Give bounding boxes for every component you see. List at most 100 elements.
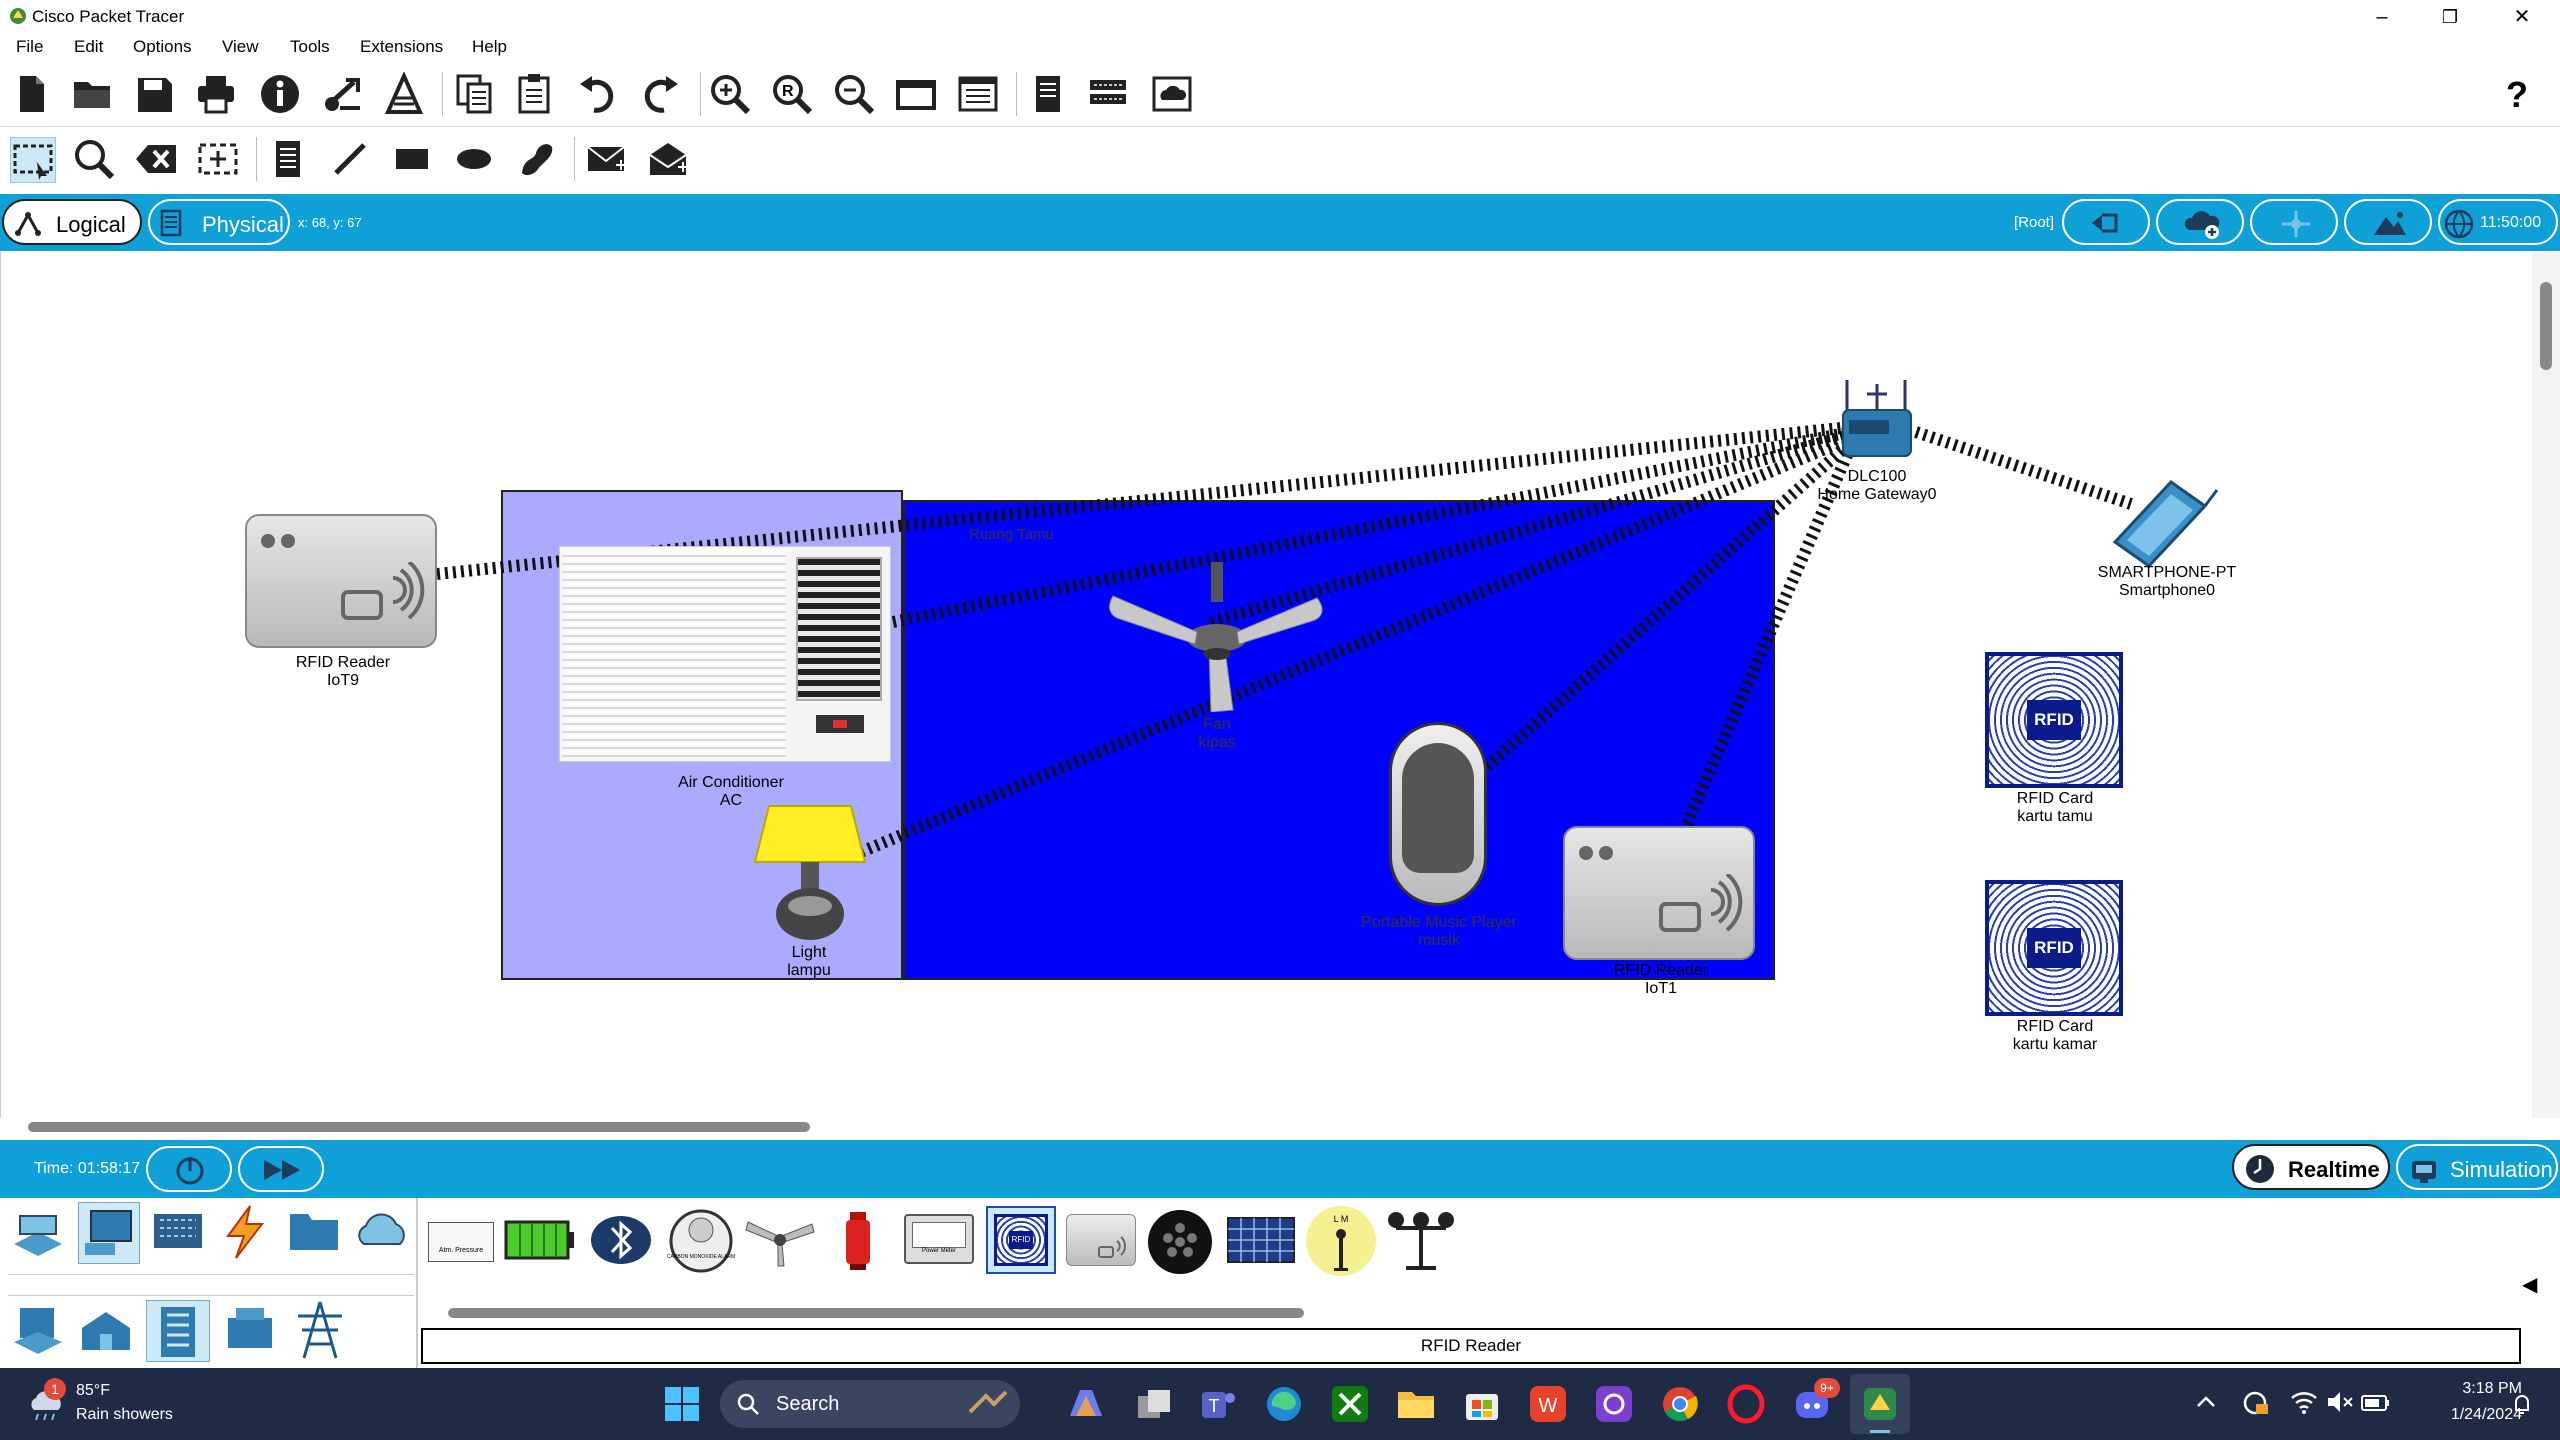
ceiling-fan[interactable] (1107, 562, 1327, 712)
rfid-card-kamar[interactable]: RFID (1985, 880, 2123, 1016)
new-cluster-button[interactable] (2156, 199, 2244, 245)
menu-options[interactable]: Options (133, 37, 192, 57)
palette-collapse-arrow[interactable]: ◀ (2522, 1272, 2537, 1297)
light-lamp[interactable] (747, 802, 873, 942)
ellipse-icon[interactable] (452, 137, 496, 181)
street-lamp-device[interactable]: L M (1306, 1206, 1376, 1276)
copy-icon[interactable] (452, 72, 496, 116)
volume-muted-icon[interactable] (2326, 1388, 2354, 1416)
undo-icon[interactable] (576, 72, 620, 116)
zoom-out-icon[interactable] (832, 72, 876, 116)
save-icon[interactable] (132, 72, 176, 116)
zoom-in-icon[interactable] (708, 72, 752, 116)
home-gateway[interactable] (1837, 380, 1917, 464)
menu-tools[interactable]: Tools (290, 37, 330, 57)
realtime-tab[interactable]: Realtime (2232, 1144, 2390, 1190)
back-button[interactable] (2062, 199, 2150, 245)
maximize-button[interactable]: ❐ (2420, 0, 2480, 34)
xbox-icon[interactable] (1330, 1384, 1370, 1424)
smart-city-subcategory-icon[interactable] (78, 1302, 134, 1358)
complex-pdu-icon[interactable] (646, 137, 690, 181)
move-object-button[interactable] (2250, 199, 2338, 245)
set-background-button[interactable] (2344, 199, 2432, 245)
transmission-tower-icon[interactable] (290, 1300, 350, 1360)
custom-devices-dialog-icon[interactable] (956, 72, 1000, 116)
new-icon[interactable] (10, 72, 54, 116)
rfid-card-device[interactable]: RFID (986, 1206, 1056, 1274)
category-search[interactable] (8, 1274, 414, 1296)
fire-sprinkler-device-icon[interactable] (836, 1210, 880, 1272)
chevron-up-icon[interactable] (2194, 1390, 2218, 1414)
wps-office-icon[interactable]: W (1528, 1384, 1568, 1424)
network-devices-category-icon[interactable] (10, 1204, 66, 1260)
edge-icon[interactable] (1264, 1384, 1304, 1424)
air-conditioner[interactable] (559, 546, 891, 762)
taskbar-search[interactable]: Search (720, 1380, 1020, 1428)
close-button[interactable]: ✕ (2492, 0, 2552, 34)
fast-forward-button[interactable] (238, 1146, 324, 1192)
select-icon[interactable] (10, 137, 56, 183)
freeform-icon[interactable] (514, 137, 558, 181)
packet-tracer-taskbar-button[interactable] (1850, 1374, 1910, 1434)
horizontal-scroll-thumb[interactable] (28, 1122, 810, 1132)
activity-wizard-icon[interactable] (320, 72, 364, 116)
rfid-reader-device[interactable] (1066, 1214, 1136, 1266)
redo-icon[interactable] (638, 72, 682, 116)
rfid-reader-iot9[interactable] (245, 514, 437, 648)
camera-app-icon[interactable] (1594, 1384, 1634, 1424)
multiuser-category-icon[interactable] (352, 1210, 412, 1252)
menu-edit[interactable]: Edit (74, 37, 103, 57)
battery-device-icon[interactable] (504, 1218, 576, 1262)
notes-icon[interactable] (1026, 72, 1070, 116)
power-cycle-button[interactable] (146, 1146, 232, 1192)
miscellaneous-category-icon[interactable] (286, 1206, 342, 1256)
drawing-palette-icon[interactable] (894, 72, 938, 116)
horizontal-scrollbar[interactable] (0, 1118, 2532, 1138)
rectangle-icon[interactable] (390, 137, 434, 181)
opera-icon[interactable] (1726, 1384, 1766, 1424)
power-meter-device[interactable]: Power Meter (904, 1214, 974, 1264)
start-icon[interactable] (664, 1386, 700, 1422)
custom-device-icon[interactable] (382, 72, 426, 116)
copilot-icon[interactable] (1066, 1384, 1106, 1424)
wind-turbine-device-icon[interactable] (1386, 1210, 1456, 1274)
chrome-icon[interactable] (1660, 1384, 1700, 1424)
rfid-card-tamu[interactable]: RFID (1985, 652, 2123, 788)
minimize-button[interactable]: – (2352, 0, 2412, 34)
resize-icon[interactable] (196, 137, 240, 181)
menu-view[interactable]: View (222, 37, 259, 57)
inspect-icon[interactable] (72, 137, 116, 181)
simulation-tab[interactable]: Simulation (2396, 1144, 2558, 1190)
menu-extensions[interactable]: Extensions (360, 37, 443, 57)
line-icon[interactable] (328, 137, 372, 181)
vertical-scrollbar[interactable] (2532, 252, 2560, 1118)
palette-scroll-thumb[interactable] (448, 1308, 1304, 1318)
help-icon[interactable]: ? (2506, 74, 2528, 116)
note-icon[interactable] (266, 137, 310, 181)
info-icon[interactable] (258, 72, 302, 116)
delete-icon[interactable] (134, 137, 178, 181)
wifi-icon[interactable] (2290, 1388, 2318, 1416)
microsoft-store-icon[interactable] (1462, 1384, 1502, 1424)
power-grid-subcategory-icon[interactable] (220, 1302, 280, 1358)
logical-tab[interactable]: Logical (2, 199, 142, 245)
device-list-icon[interactable] (1086, 72, 1130, 116)
vertical-scroll-thumb[interactable] (2540, 282, 2552, 370)
print-icon[interactable] (194, 72, 238, 116)
pressure-sensor-device[interactable]: Atm. Pressure (428, 1222, 494, 1262)
end-devices-category-icon[interactable] (78, 1202, 140, 1264)
simple-pdu-icon[interactable] (584, 137, 628, 181)
music-player[interactable] (1389, 722, 1487, 906)
smartphone[interactable] (2105, 476, 2225, 568)
menu-file[interactable]: File (16, 37, 43, 57)
logical-workspace[interactable]: Ruang Tamu RFID Reader IoT9 Air Condition… (0, 252, 2533, 1118)
rfid-reader-iot1[interactable] (1563, 826, 1755, 960)
teams-icon[interactable]: T (1198, 1384, 1238, 1424)
industrial-subcategory-icon[interactable] (146, 1300, 210, 1362)
physical-tab[interactable]: Physical (148, 199, 290, 245)
notification-bell-icon[interactable] (2510, 1392, 2534, 1416)
battery-icon[interactable] (2360, 1388, 2390, 1416)
ceiling-fan-device-icon[interactable] (744, 1212, 816, 1268)
connections-category-icon[interactable] (218, 1204, 270, 1260)
bluetooth-speaker-icon[interactable] (588, 1214, 654, 1266)
